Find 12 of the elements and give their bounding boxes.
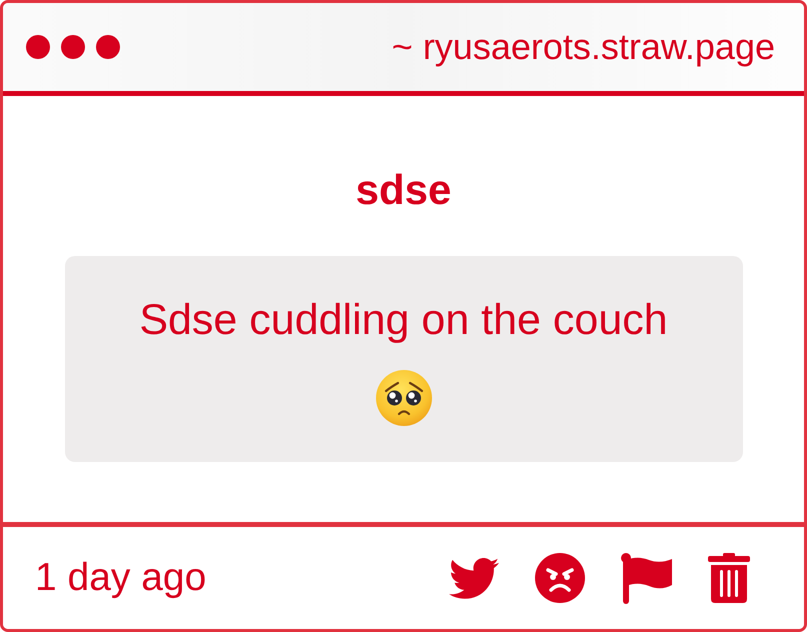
window-dot-icon — [26, 35, 50, 59]
post-text: Sdse cuddling on the couch — [139, 295, 668, 345]
trash-icon[interactable] — [708, 553, 750, 603]
pleading-face-icon — [376, 370, 432, 426]
site-address: ~ ryusaerots.straw.page — [392, 26, 775, 68]
flag-icon[interactable] — [621, 552, 672, 604]
window-dot-icon — [61, 35, 85, 59]
angry-face-icon[interactable] — [535, 553, 585, 603]
post-title: sdse — [356, 166, 452, 214]
post-time: 1 day ago — [35, 556, 206, 600]
window-dot-icon — [96, 35, 120, 59]
bird-icon[interactable] — [449, 558, 499, 598]
